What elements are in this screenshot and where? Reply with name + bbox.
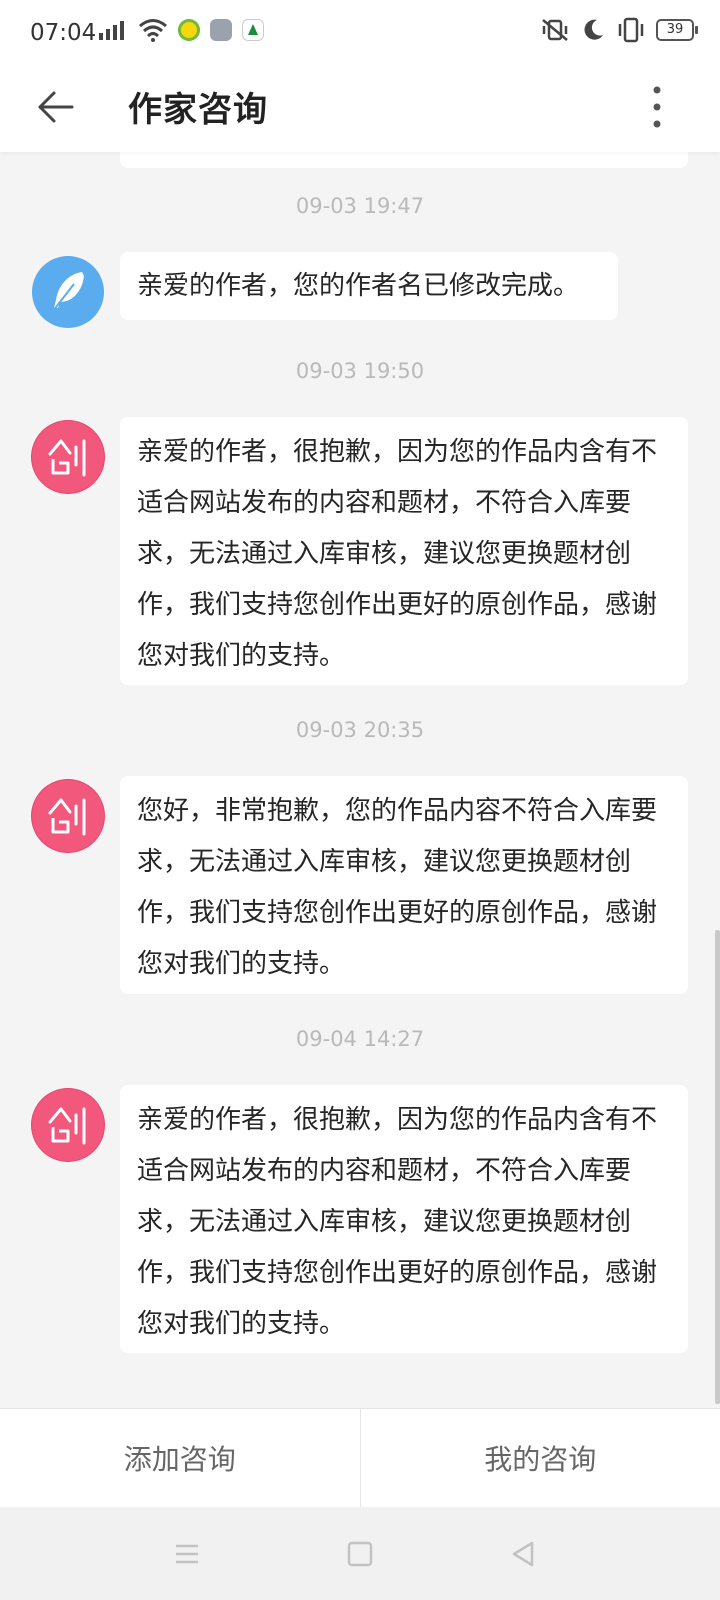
signal-icon <box>99 21 124 40</box>
avatar[interactable] <box>32 1089 104 1161</box>
app-icon-3 <box>242 19 264 41</box>
home-icon[interactable] <box>343 1537 377 1571</box>
back-nav-icon[interactable] <box>506 1537 540 1571</box>
vibrate-icon <box>542 19 568 41</box>
message-timestamp: 09-04 14:27 <box>295 1027 425 1051</box>
more-options-button[interactable] <box>642 82 672 132</box>
status-bar: 07:04 39 <box>0 0 720 70</box>
app-icon-1 <box>178 19 200 41</box>
bottom-tab-bar: 添加咨询 我的咨询 <box>0 1408 720 1507</box>
battery-icon: 39 <box>656 19 698 41</box>
avatar[interactable] <box>32 256 104 328</box>
moon-icon <box>584 19 603 40</box>
more-vertical-icon <box>653 86 661 128</box>
system-nav-bar <box>0 1507 720 1600</box>
arrow-left-icon <box>38 91 74 123</box>
my-consultations-button[interactable]: 我的咨询 <box>359 1409 720 1507</box>
message-bubble: 亲爱的作者，很抱歉，因为您的作品内含有不适合网站发布的内容和题材，不符合入库要求… <box>120 417 688 685</box>
chuang-icon <box>48 439 86 477</box>
scrollbar[interactable] <box>715 930 720 1404</box>
page-title: 作家咨询 <box>128 90 268 130</box>
back-button[interactable] <box>34 84 80 130</box>
wifi-icon <box>139 19 167 42</box>
message-bubble: 亲爱的作者，很抱歉，因为您的作品内含有不适合网站发布的内容和题材，不符合入库要求… <box>120 1085 688 1353</box>
feather-icon <box>52 272 84 312</box>
message-bubble-partial <box>120 152 688 168</box>
message-timestamp: 09-03 19:47 <box>295 194 425 218</box>
chuang-icon <box>48 1107 86 1145</box>
message-timestamp: 09-03 20:35 <box>295 718 425 742</box>
chuang-icon <box>48 798 86 836</box>
message-bubble: 亲爱的作者，您的作者名已修改完成。 <box>120 252 618 320</box>
message-bubble: 您好，非常抱歉，您的作品内容不符合入库要求，无法通过入库审核，建议您更换题材创作… <box>120 776 688 994</box>
menu-icon[interactable] <box>170 1537 204 1571</box>
add-consultation-button[interactable]: 添加咨询 <box>0 1409 360 1507</box>
app-icon-2 <box>210 19 232 41</box>
message-timestamp: 09-03 19:50 <box>295 359 425 383</box>
chat-list[interactable]: 09-03 19:47 亲爱的作者，您的作者名已修改完成。 09-03 19:5… <box>0 152 720 1408</box>
status-time: 07:04 <box>30 20 97 46</box>
phone-vibrate-icon <box>618 17 644 43</box>
avatar[interactable] <box>32 421 104 493</box>
avatar[interactable] <box>32 780 104 852</box>
app-header: 作家咨询 <box>0 70 720 152</box>
